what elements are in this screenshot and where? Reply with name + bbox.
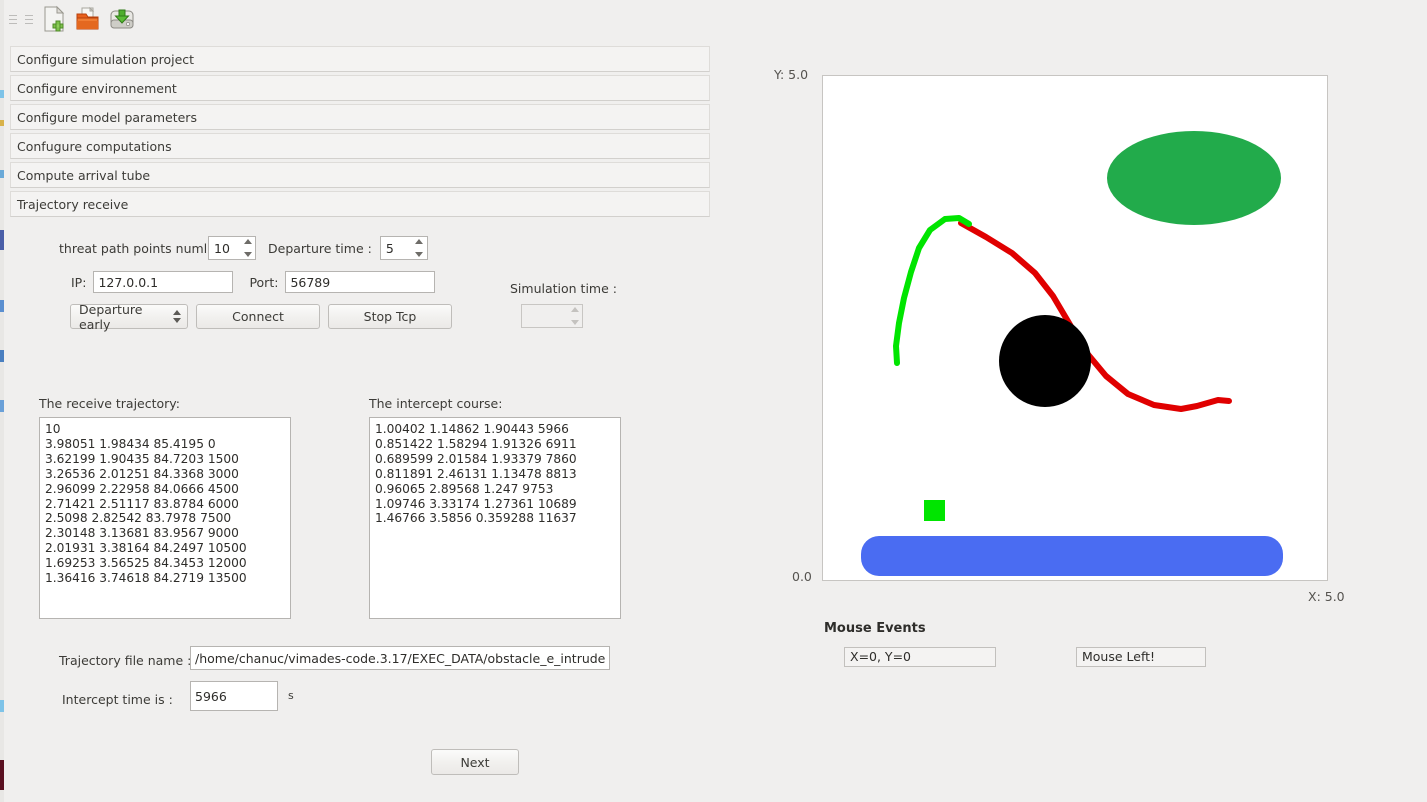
receive-trajectory-textarea[interactable]: 10 3.98051 1.98434 85.4195 0 3.62199 1.9…	[39, 417, 291, 619]
toolbar	[4, 0, 1427, 38]
accordion-item-configure-environnement[interactable]: Configure environnement	[10, 75, 710, 101]
desktop-launcher-sliver	[0, 0, 4, 802]
x-axis-max-label: X: 5.0	[1308, 589, 1345, 604]
obstacle-circle	[999, 315, 1091, 407]
seconds-unit-label: s	[288, 689, 294, 702]
visualization-pane: Y: 5.0 0.0 X: 5.0 Mouse Events X=0, Y=0 …	[760, 55, 1400, 675]
spinner-up-icon[interactable]	[415, 239, 424, 244]
accordion-label: Configure environnement	[17, 80, 177, 96]
accordion-item-confugure-computations[interactable]: Confugure computations	[10, 133, 710, 159]
new-document-icon	[44, 5, 65, 32]
simulation-time-spinner	[521, 304, 583, 328]
intruder-trajectory-path	[958, 220, 1232, 412]
runway-rectangle	[861, 536, 1283, 576]
departure-time-label: Departure time :	[268, 240, 372, 256]
connect-button[interactable]: Connect	[196, 304, 320, 329]
accordion-label: Trajectory receive	[17, 196, 129, 212]
next-button[interactable]: Next	[431, 749, 519, 775]
chevron-updown-icon	[173, 310, 181, 323]
toolbar-drag-handle[interactable]	[6, 8, 20, 30]
intercept-time-label: Intercept time is :	[62, 692, 173, 707]
spinner-down-icon[interactable]	[243, 252, 252, 257]
spinner-arrows[interactable]	[414, 239, 425, 257]
simulation-canvas[interactable]	[822, 75, 1328, 581]
receive-trajectory-label: The receive trajectory:	[39, 396, 180, 411]
spinner-arrows-disabled	[569, 307, 580, 325]
simulation-time-label: Simulation time :	[510, 281, 617, 296]
accordion-label: Confugure computations	[17, 138, 172, 154]
accordion-item-compute-arrival-tube[interactable]: Compute arrival tube	[10, 162, 710, 188]
y-axis-max-label: Y: 5.0	[774, 67, 809, 82]
ip-label: IP:	[71, 274, 87, 290]
ip-input[interactable]	[93, 271, 234, 293]
toolbar-drag-handle-2[interactable]	[22, 8, 36, 30]
connect-label: Connect	[232, 309, 284, 324]
departure-mode-select[interactable]: Departure early	[70, 301, 188, 332]
accordion-item-configure-model-parameters[interactable]: Configure model parameters	[10, 104, 710, 130]
accordion-label: Configure simulation project	[17, 51, 195, 67]
mouse-coordinates-field[interactable]: X=0, Y=0	[844, 647, 996, 667]
start-position-marker	[924, 500, 945, 521]
target-zone-ellipse	[1107, 131, 1281, 225]
intercept-time-input[interactable]	[190, 681, 278, 711]
spinner-down-icon	[570, 320, 579, 325]
trajectory-file-name-input[interactable]	[190, 646, 610, 670]
simulation-scene	[861, 131, 1283, 576]
port-label: Port:	[249, 274, 279, 290]
open-folder-button[interactable]	[72, 2, 104, 36]
intercept-trajectory-path	[893, 215, 972, 366]
spinner-up-icon[interactable]	[243, 239, 252, 244]
intercept-course-label: The intercept course:	[369, 396, 503, 411]
mouse-button-field[interactable]: Mouse Left!	[1076, 647, 1206, 667]
trajectory-file-name-label: Trajectory file name :	[59, 653, 192, 668]
accordion-item-trajectory-receive[interactable]: Trajectory receive	[10, 191, 710, 217]
departure-time-spinner[interactable]	[379, 236, 428, 260]
stop-tcp-label: Stop Tcp	[363, 309, 417, 324]
spinner-arrows[interactable]	[242, 239, 253, 257]
new-document-button[interactable]	[38, 2, 70, 36]
accordion-label: Compute arrival tube	[17, 167, 151, 183]
threat-points-label: threat path points number	[59, 240, 206, 256]
spinner-up-icon	[570, 307, 579, 312]
accordion-label: Configure model parameters	[17, 109, 197, 125]
open-folder-icon	[76, 6, 99, 30]
departure-mode-value: Departure early	[79, 301, 143, 332]
stop-tcp-button[interactable]: Stop Tcp	[328, 304, 452, 329]
intercept-course-textarea[interactable]: 1.00402 1.14862 1.90443 5966 0.851422 1.…	[369, 417, 621, 619]
port-input[interactable]	[285, 271, 436, 293]
save-disk-icon	[110, 9, 134, 29]
y-axis-min-label: 0.0	[792, 569, 812, 584]
accordion-item-configure-simulation-project[interactable]: Configure simulation project	[10, 46, 710, 72]
next-label: Next	[460, 754, 490, 770]
left-pane: Configure simulation project Configure e…	[10, 46, 712, 775]
threat-points-spinner[interactable]	[208, 236, 256, 260]
mouse-events-title: Mouse Events	[824, 621, 926, 636]
save-disk-button[interactable]	[106, 2, 138, 36]
spinner-down-icon[interactable]	[415, 252, 424, 257]
